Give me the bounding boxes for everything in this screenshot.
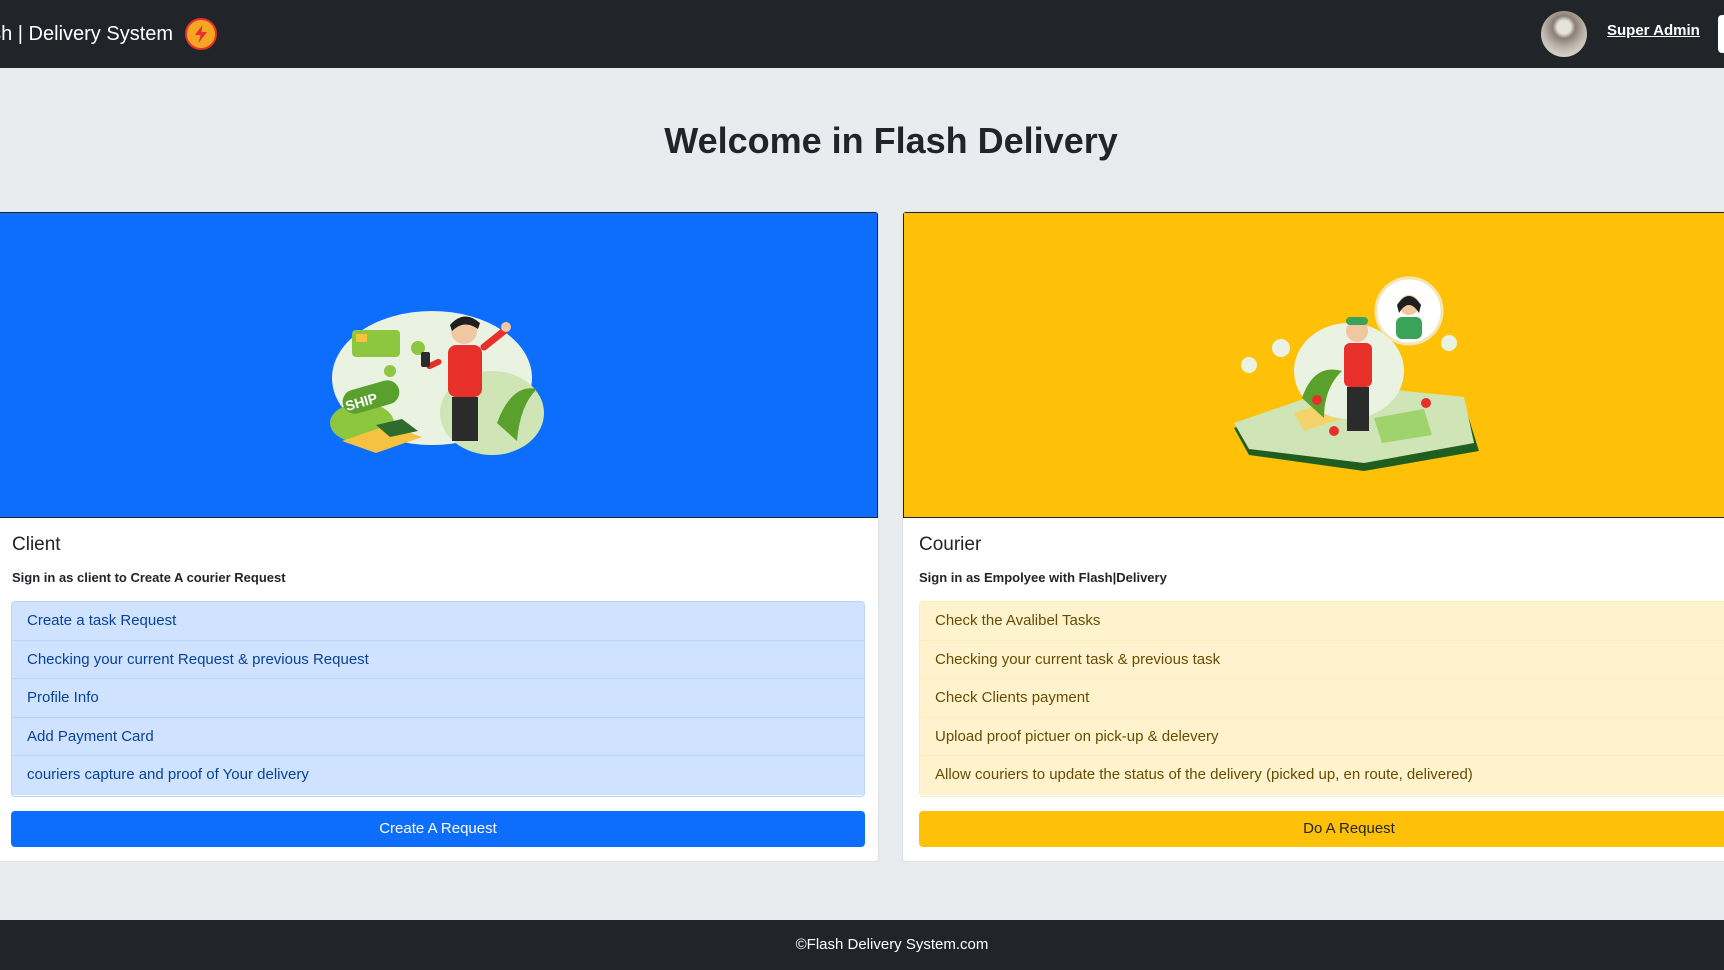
list-item: Checking your current Request & previous… <box>12 640 864 680</box>
brand[interactable]: ash | Delivery System <box>0 0 218 68</box>
client-feature-list: Create a task Request Checking your curr… <box>11 601 865 797</box>
user-profile-link[interactable]: Super Admin <box>1607 22 1700 39</box>
list-item: Create a task Request <box>12 602 864 641</box>
list-item: Profile Info <box>12 679 864 718</box>
list-item: couriers capture and proof of Your deliv… <box>12 756 864 795</box>
page-title: Welcome in Flash Delivery <box>664 120 1118 161</box>
top-navbar: ash | Delivery System Super Admin <box>0 0 1724 68</box>
courier-hero-image <box>903 212 1724 518</box>
courier-card-title: Courier <box>919 534 982 555</box>
client-illustration: SHIP <box>330 311 544 455</box>
lightning-bolt-icon <box>185 18 218 50</box>
client-hero-image: SHIP <box>0 212 878 518</box>
nav-toggle-button[interactable] <box>1718 15 1724 53</box>
client-card-title: Client <box>12 534 61 555</box>
brand-name: ash | Delivery System <box>0 22 174 45</box>
do-request-button[interactable]: Do A Request <box>919 811 1724 847</box>
footer: ©Flash Delivery System.com <box>0 920 1724 970</box>
create-request-button[interactable]: Create A Request <box>11 811 865 847</box>
courier-card: Courier Sign in as Empolyee with Flash|D… <box>902 211 1724 862</box>
list-item: Check the Avalibel Tasks <box>920 602 1724 641</box>
list-item: Checking your current task & previous ta… <box>920 640 1724 680</box>
courier-card-subtitle: Sign in as Empolyee with Flash|Delivery <box>919 570 1167 585</box>
courier-illustration <box>1234 276 1479 471</box>
client-card: SHIP Client Sign in as client to Create … <box>0 211 879 862</box>
courier-feature-list: Check the Avalibel Tasks Checking your c… <box>919 601 1724 797</box>
list-item: Add Payment Card <box>12 717 864 757</box>
footer-text: ©Flash Delivery System.com <box>795 936 989 953</box>
client-card-subtitle: Sign in as client to Create A courier Re… <box>12 570 286 585</box>
list-item: Check Clients payment <box>920 679 1724 718</box>
list-item: Upload proof pictuer on pick-up & deleve… <box>920 717 1724 757</box>
list-item: Allow couriers to update the status of t… <box>920 756 1724 795</box>
avatar[interactable] <box>1541 11 1587 57</box>
